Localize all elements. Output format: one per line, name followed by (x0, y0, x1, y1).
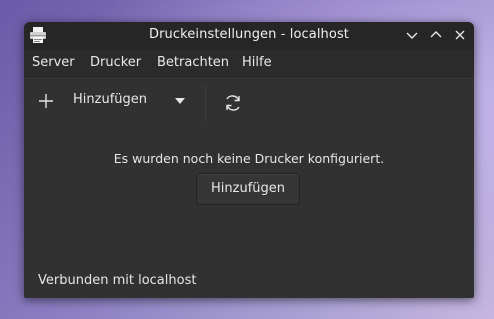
toolbar: Hinzufügen (24, 77, 474, 129)
menu-hilfe[interactable]: Hilfe (242, 55, 272, 70)
toolbar-add-label: Hinzufügen (73, 92, 147, 107)
menu-bar: Server Drucker Betrachten Hilfe (24, 50, 474, 77)
toolbar-add-button[interactable]: Hinzufügen (36, 89, 196, 115)
menu-drucker[interactable]: Drucker (90, 55, 141, 70)
chevron-up-icon[interactable] (429, 28, 443, 42)
status-bar-text: Verbunden mit localhost (38, 273, 197, 288)
close-icon[interactable] (453, 28, 467, 42)
menu-betrachten[interactable]: Betrachten (157, 55, 229, 70)
menu-server[interactable]: Server (32, 55, 75, 70)
toolbar-separator (205, 85, 206, 121)
refresh-icon[interactable] (223, 93, 243, 113)
add-printer-button[interactable]: Hinzufügen (196, 173, 300, 205)
printer-settings-window: Druckeinstellungen - localhost Server Dr… (24, 22, 474, 298)
dropdown-arrow-icon[interactable] (175, 98, 185, 104)
empty-state-message: Es wurden noch keine Drucker konfigurier… (113, 151, 385, 166)
chevron-down-icon[interactable] (405, 28, 419, 42)
title-bar[interactable]: Druckeinstellungen - localhost (24, 22, 474, 50)
plus-icon (39, 94, 53, 108)
